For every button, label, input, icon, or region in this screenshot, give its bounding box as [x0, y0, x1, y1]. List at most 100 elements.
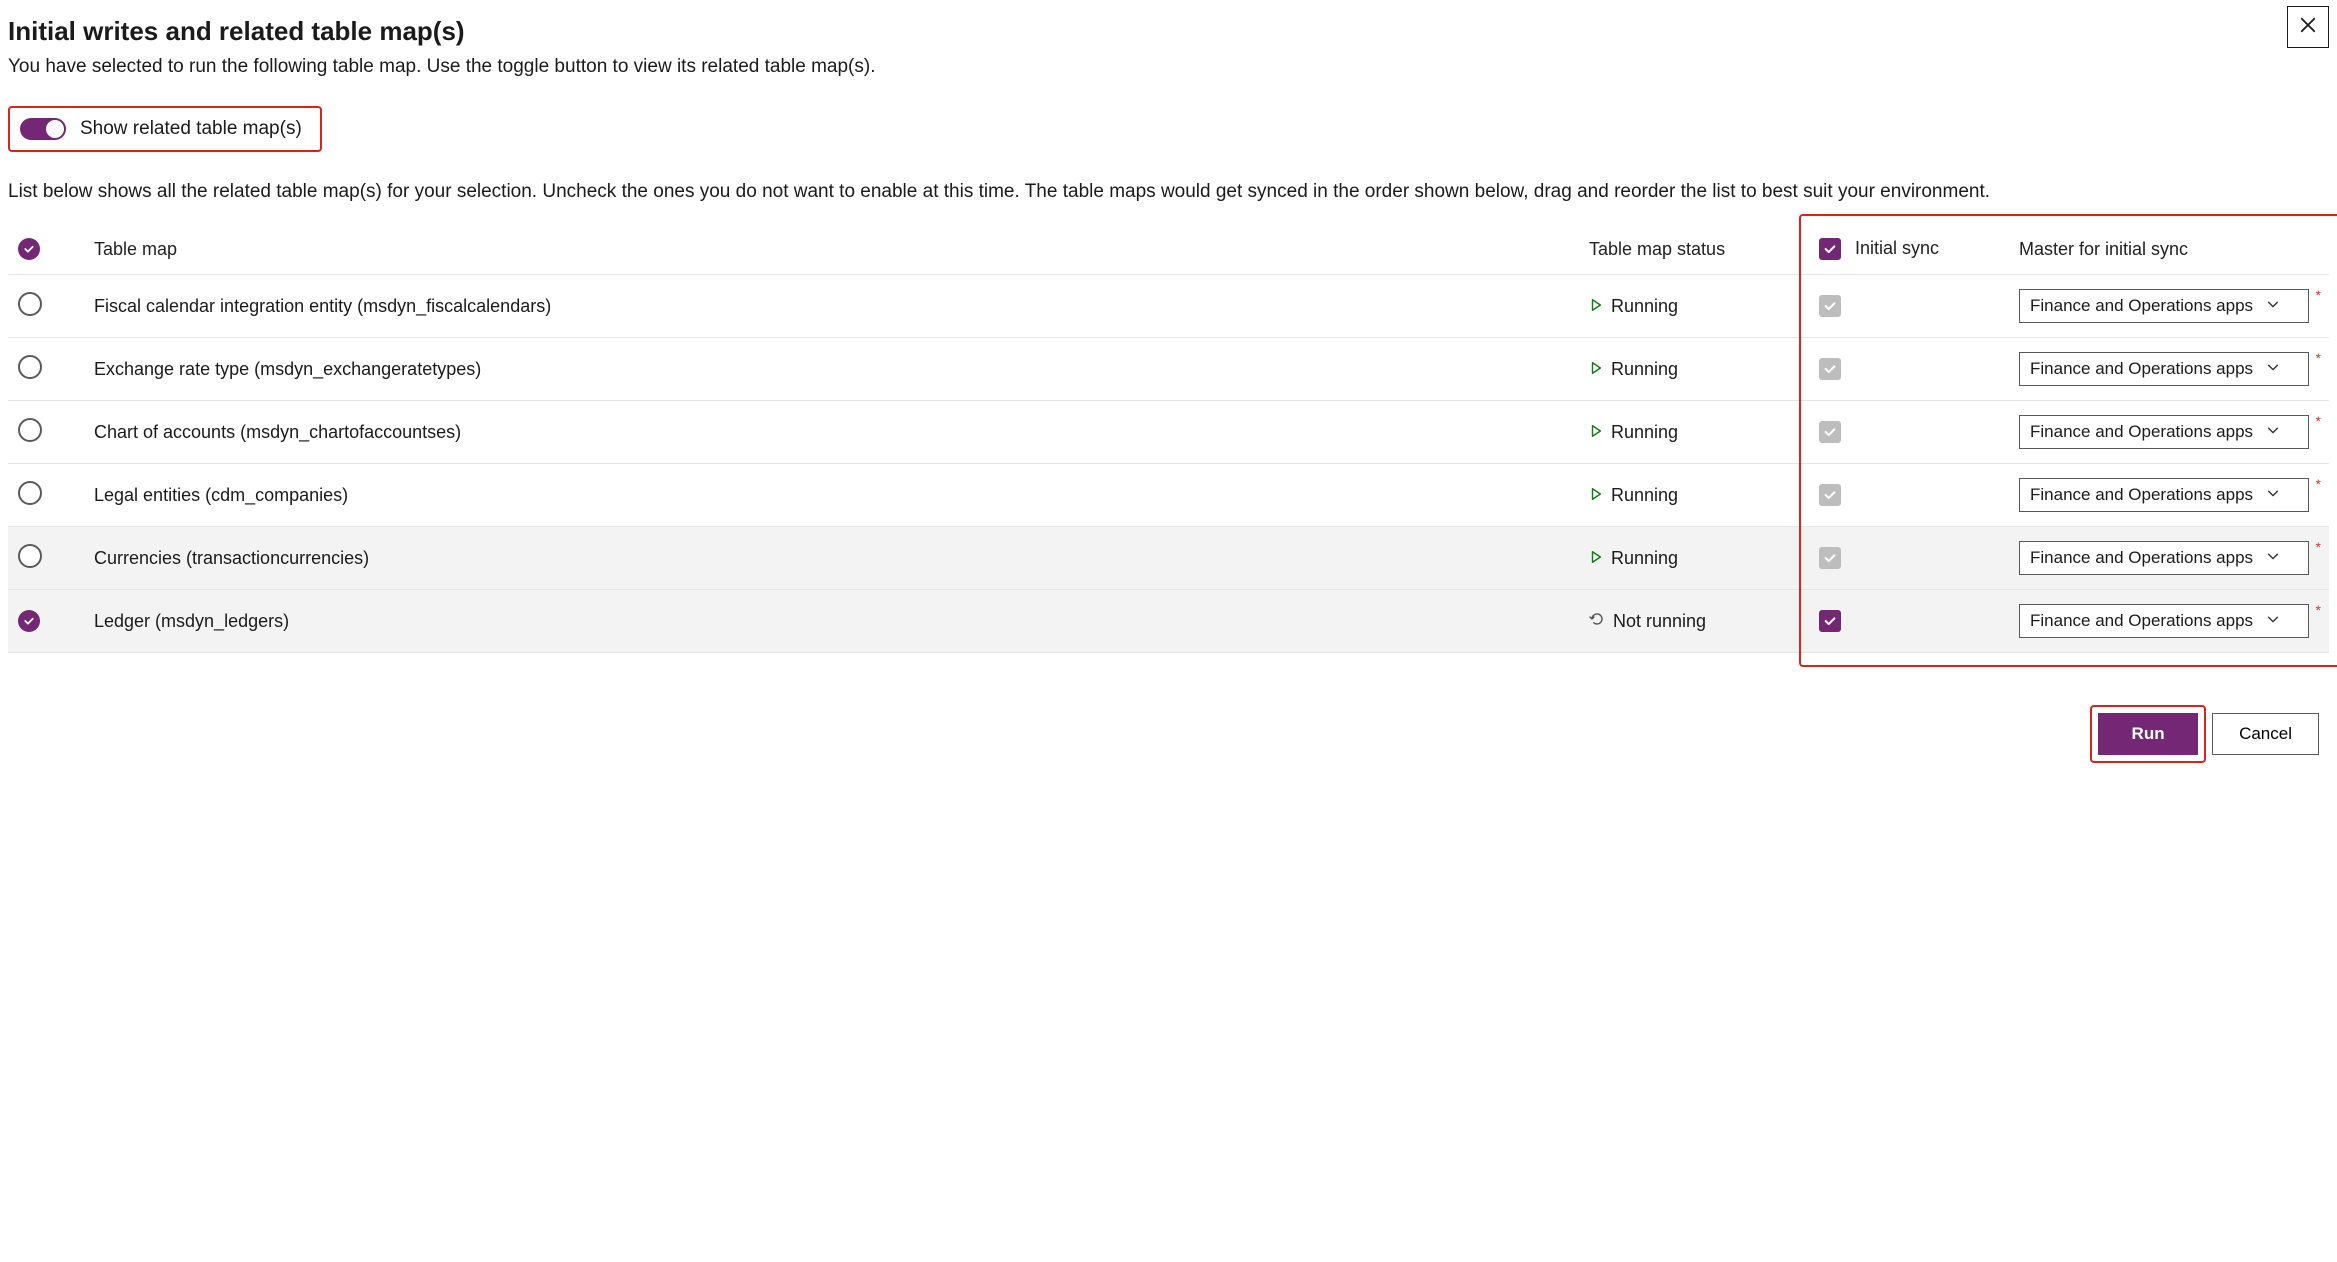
- row-initial-sync: [1809, 275, 2009, 338]
- row-master: Finance and Operations apps *: [2009, 338, 2329, 401]
- table-row[interactable]: Fiscal calendar integration entity (msdy…: [8, 275, 2329, 338]
- dialog-title: Initial writes and related table map(s): [8, 16, 2329, 47]
- row-status: Running: [1579, 401, 1809, 464]
- show-related-toggle[interactable]: [20, 118, 66, 140]
- play-icon: [1589, 422, 1603, 443]
- row-name: Fiscal calendar integration entity (msdy…: [84, 275, 1579, 338]
- row-select[interactable]: [8, 401, 84, 464]
- initial-sync-header-checkbox[interactable]: [1819, 238, 1841, 260]
- master-select[interactable]: Finance and Operations apps: [2019, 352, 2309, 386]
- row-name: Ledger (msdyn_ledgers): [84, 590, 1579, 653]
- table-row[interactable]: Chart of accounts (msdyn_chartofaccounts…: [8, 401, 2329, 464]
- row-name: Currencies (transactioncurrencies): [84, 527, 1579, 590]
- table-row[interactable]: Exchange rate type (msdyn_exchangeratety…: [8, 338, 2329, 401]
- master-select-value: Finance and Operations apps: [2030, 485, 2253, 505]
- required-indicator: *: [2316, 602, 2321, 618]
- row-select[interactable]: [8, 338, 84, 401]
- row-select[interactable]: [8, 275, 84, 338]
- initial-sync-checkbox: [1819, 295, 1841, 317]
- status-text: Running: [1611, 485, 1678, 506]
- play-icon: [1589, 548, 1603, 569]
- initial-sync-checkbox: [1819, 547, 1841, 569]
- row-initial-sync: [1809, 401, 2009, 464]
- master-select-value: Finance and Operations apps: [2030, 422, 2253, 442]
- dialog: Initial writes and related table map(s) …: [0, 0, 2337, 785]
- play-icon: [1589, 485, 1603, 506]
- radio-empty-icon: [18, 418, 42, 442]
- chevron-down-icon: [2266, 296, 2280, 316]
- master-select-value: Finance and Operations apps: [2030, 359, 2253, 379]
- required-indicator: *: [2316, 287, 2321, 303]
- table-row[interactable]: Legal entities (cdm_companies) Running Fin…: [8, 464, 2329, 527]
- radio-checked-icon: [18, 610, 40, 632]
- refresh-icon: [1589, 611, 1605, 632]
- initial-sync-checkbox: [1819, 421, 1841, 443]
- master-select[interactable]: Finance and Operations apps: [2019, 415, 2309, 449]
- run-button-highlight: Run: [2098, 713, 2198, 755]
- row-initial-sync: [1809, 464, 2009, 527]
- header-sync-label: Initial sync: [1855, 238, 1939, 258]
- chevron-down-icon: [2266, 422, 2280, 442]
- row-initial-sync[interactable]: [1809, 590, 2009, 653]
- toggle-box-highlight: Show related table map(s): [8, 106, 322, 152]
- row-select[interactable]: [8, 590, 84, 653]
- row-master: Finance and Operations apps *: [2009, 401, 2329, 464]
- toggle-label: Show related table map(s): [80, 118, 302, 140]
- master-select[interactable]: Finance and Operations apps: [2019, 478, 2309, 512]
- master-select-value: Finance and Operations apps: [2030, 611, 2253, 631]
- play-icon: [1589, 296, 1603, 317]
- header-check-icon[interactable]: [18, 238, 40, 260]
- run-button[interactable]: Run: [2098, 713, 2198, 755]
- required-indicator: *: [2316, 539, 2321, 555]
- header-status[interactable]: Table map status: [1579, 224, 1809, 275]
- radio-empty-icon: [18, 544, 42, 568]
- radio-empty-icon: [18, 481, 42, 505]
- table-row[interactable]: Currencies (transactioncurrencies) Runnin…: [8, 527, 2329, 590]
- status-text: Running: [1611, 296, 1678, 317]
- play-icon: [1589, 359, 1603, 380]
- status-text: Running: [1611, 422, 1678, 443]
- table-maps-table: Table map Table map status Initial sync …: [8, 224, 2329, 653]
- master-select[interactable]: Finance and Operations apps: [2019, 604, 2309, 638]
- toggle-knob: [46, 120, 64, 138]
- header-select: [8, 224, 84, 275]
- row-master: Finance and Operations apps *: [2009, 590, 2329, 653]
- row-master: Finance and Operations apps *: [2009, 527, 2329, 590]
- table-row[interactable]: Ledger (msdyn_ledgers) Not running Finance…: [8, 590, 2329, 653]
- row-name: Legal entities (cdm_companies): [84, 464, 1579, 527]
- row-name: Chart of accounts (msdyn_chartofaccounts…: [84, 401, 1579, 464]
- row-status: Running: [1579, 464, 1809, 527]
- row-name: Exchange rate type (msdyn_exchangeratety…: [84, 338, 1579, 401]
- row-master: Finance and Operations apps*: [2009, 464, 2329, 527]
- row-select[interactable]: [8, 527, 84, 590]
- required-indicator: *: [2316, 413, 2321, 429]
- row-initial-sync: [1809, 527, 2009, 590]
- dialog-subtitle: You have selected to run the following t…: [8, 53, 2329, 82]
- row-select[interactable]: [8, 464, 84, 527]
- dialog-footer: Run Cancel: [8, 713, 2329, 755]
- close-icon: [2299, 16, 2317, 39]
- initial-sync-checkbox: [1819, 484, 1841, 506]
- status-text: Running: [1611, 359, 1678, 380]
- master-select[interactable]: Finance and Operations apps: [2019, 289, 2309, 323]
- close-button[interactable]: [2287, 6, 2329, 48]
- chevron-down-icon: [2266, 485, 2280, 505]
- cancel-button[interactable]: Cancel: [2212, 713, 2319, 755]
- initial-sync-checkbox[interactable]: [1819, 610, 1841, 632]
- required-indicator: *: [2316, 350, 2321, 366]
- status-text: Running: [1611, 548, 1678, 569]
- row-status: Not running: [1579, 590, 1809, 653]
- chevron-down-icon: [2266, 611, 2280, 631]
- list-description: List below shows all the related table m…: [8, 178, 2329, 207]
- header-sync: Initial sync: [1809, 224, 2009, 275]
- master-select[interactable]: Finance and Operations apps: [2019, 541, 2309, 575]
- row-status: Running: [1579, 527, 1809, 590]
- master-select-value: Finance and Operations apps: [2030, 548, 2253, 568]
- radio-empty-icon: [18, 292, 42, 316]
- row-initial-sync: [1809, 338, 2009, 401]
- header-name[interactable]: Table map: [84, 224, 1579, 275]
- initial-sync-checkbox: [1819, 358, 1841, 380]
- header-master[interactable]: Master for initial sync: [2009, 224, 2329, 275]
- master-select-value: Finance and Operations apps: [2030, 296, 2253, 316]
- status-text: Not running: [1613, 611, 1706, 632]
